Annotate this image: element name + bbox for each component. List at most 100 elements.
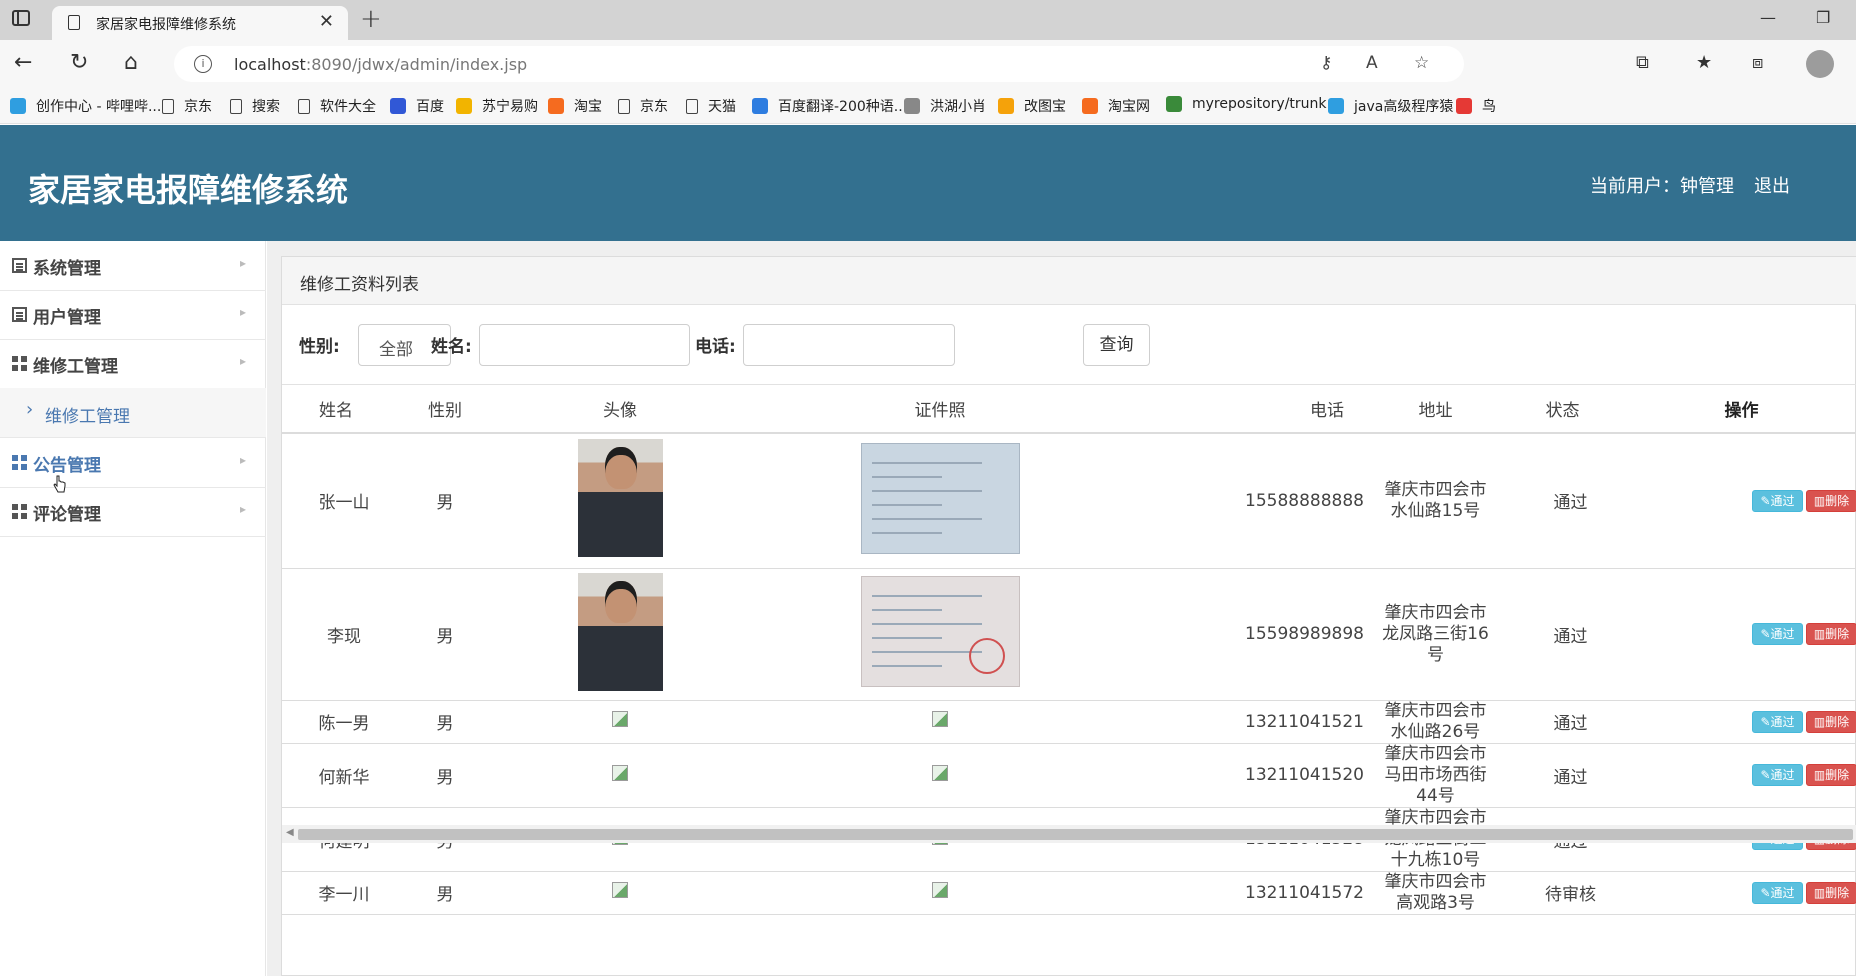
- cell-id-photo: [740, 568, 1140, 701]
- bookmark-label: 百度翻译-200种语...: [778, 99, 908, 115]
- scrollbar-thumb[interactable]: [298, 829, 1853, 840]
- column-header-id-photo: 证件照: [740, 385, 1140, 434]
- name-input[interactable]: [479, 324, 690, 366]
- bookmark-item[interactable]: 百度: [390, 96, 444, 116]
- approve-button[interactable]: ✎通过: [1752, 764, 1803, 786]
- bookmark-label: 软件大全: [320, 99, 376, 115]
- grid-icon: [12, 504, 27, 519]
- sidebar: 系统管理 ▸ 用户管理 ▸ 维修工管理 ▸ › 维修工管理 公告管理 ▸ 评论管…: [0, 241, 266, 976]
- cell-phone: 13211041520: [1140, 743, 1372, 808]
- bookmark-item[interactable]: 软件大全: [298, 96, 376, 116]
- url-field[interactable]: i localhost:8090/jdwx/admin/index.jsp ⚷ …: [174, 46, 1464, 82]
- bookmark-item[interactable]: 苏宁易购: [456, 96, 538, 116]
- page-icon: [230, 98, 242, 114]
- broken-image-icon: [612, 764, 628, 781]
- bookmark-item[interactable]: 百度翻译-200种语...: [752, 96, 907, 116]
- cell-name: 李一川: [282, 871, 390, 915]
- minimize-icon[interactable]: —: [1760, 8, 1776, 27]
- sidebar-item-notices[interactable]: 公告管理 ▸: [0, 438, 266, 488]
- phone-filter-label: 电话:: [695, 337, 736, 357]
- bookmark-favicon-icon: [752, 98, 768, 114]
- chevron-right-icon: ›: [26, 399, 34, 420]
- profile-avatar-icon[interactable]: [1806, 50, 1834, 78]
- bookmark-favicon-icon: [390, 98, 406, 114]
- delete-button[interactable]: ▥删除: [1806, 710, 1856, 733]
- bookmark-favicon-icon: [1456, 98, 1472, 114]
- cell-actions: ✎通过▥删除: [1626, 433, 1856, 569]
- cell-phone: 15598989898: [1140, 568, 1372, 701]
- chevron-right-icon: ▸: [239, 256, 246, 270]
- approve-button[interactable]: ✎通过: [1752, 489, 1803, 512]
- bookmark-item[interactable]: 搜索: [230, 96, 280, 116]
- delete-button[interactable]: ▥删除: [1806, 489, 1856, 512]
- current-user-label: 当前用户：钟管理: [1590, 176, 1734, 197]
- approve-button[interactable]: ✎通过: [1752, 881, 1803, 904]
- bookmark-item[interactable]: 改图宝: [998, 96, 1066, 116]
- bookmark-item[interactable]: java高级程序猿: [1328, 96, 1453, 116]
- browser-tab-active[interactable]: 家居家电报障维修系统 ✕: [52, 6, 348, 40]
- back-icon[interactable]: ←: [14, 50, 32, 75]
- bookmark-item[interactable]: 创作中心 - 哔哩哔...: [10, 96, 161, 116]
- delete-button[interactable]: ▥删除: [1806, 623, 1856, 645]
- page-icon: [618, 98, 630, 114]
- collections-icon[interactable]: ⧈: [1752, 52, 1763, 73]
- broken-image-icon: [612, 711, 628, 727]
- sidebar-subitem-repairers[interactable]: › 维修工管理: [0, 388, 266, 438]
- edit-icon: ✎: [1760, 714, 1771, 729]
- bookmark-item[interactable]: 淘宝: [548, 96, 602, 116]
- delete-button-label: 删除: [1825, 885, 1850, 900]
- bookmark-label: 京东: [184, 99, 212, 115]
- new-tab-icon[interactable]: +: [360, 4, 382, 34]
- query-button[interactable]: 查询: [1083, 324, 1150, 366]
- sidebar-item-comments[interactable]: 评论管理 ▸: [0, 487, 266, 537]
- bookmark-label: 苏宁易购: [482, 99, 538, 115]
- bookmark-label: 改图宝: [1024, 99, 1066, 115]
- sidebar-item-label: 系统管理: [33, 259, 101, 279]
- sidebar-item-users[interactable]: 用户管理 ▸: [0, 290, 266, 340]
- table-row: 李现男 15598989898 肇庆市四会市龙凤路三街16号 通过 ✎通过 ▥删除: [282, 568, 1856, 701]
- favorites-icon[interactable]: ★: [1696, 52, 1712, 73]
- read-aloud-icon[interactable]: A: [1366, 53, 1378, 73]
- cell-avatar: [500, 568, 740, 701]
- id-photo-line: [871, 531, 942, 534]
- bookmark-item[interactable]: 洪湖小肖: [904, 96, 986, 116]
- sidebar-item-repairers[interactable]: 维修工管理 ▸: [0, 339, 266, 389]
- horizontal-scrollbar[interactable]: ◀: [282, 825, 1856, 843]
- tab-actions-icon[interactable]: [12, 10, 30, 26]
- cell-gender: 男: [390, 743, 500, 808]
- column-header-avatar: 头像: [500, 385, 740, 434]
- approve-button[interactable]: ✎通过: [1752, 710, 1803, 733]
- edit-icon: ✎: [1760, 493, 1771, 508]
- approve-button[interactable]: ✎通过: [1752, 623, 1803, 645]
- bookmark-item[interactable]: 天猫: [686, 96, 736, 116]
- extensions-icon[interactable]: ⧉: [1636, 52, 1649, 73]
- bookmark-item[interactable]: 淘宝网: [1082, 96, 1150, 116]
- address-bar-row: ← ↻ ⌂ i localhost:8090/jdwx/admin/index.…: [0, 40, 1856, 88]
- site-info-icon[interactable]: i: [194, 55, 212, 73]
- restore-window-icon[interactable]: ❐: [1816, 8, 1830, 27]
- bookmark-item[interactable]: 京东: [162, 96, 212, 116]
- sidebar-item-label: 维修工管理: [33, 357, 118, 377]
- sidebar-item-system[interactable]: 系统管理 ▸: [0, 241, 266, 291]
- bookmark-favicon-icon: [998, 98, 1014, 114]
- phone-input[interactable]: [743, 324, 955, 366]
- delete-button[interactable]: ▥删除: [1806, 881, 1856, 904]
- close-tab-icon[interactable]: ✕: [319, 11, 334, 32]
- home-icon[interactable]: ⌂: [124, 50, 138, 75]
- refresh-icon[interactable]: ↻: [70, 50, 88, 75]
- key-icon[interactable]: ⚷: [1320, 53, 1332, 73]
- bookmark-label: 洪湖小肖: [930, 99, 986, 115]
- cell-actions: ✎通过▥删除: [1626, 871, 1856, 915]
- bookmark-label: 搜索: [252, 99, 280, 115]
- delete-button[interactable]: ▥删除: [1806, 764, 1856, 786]
- logout-link[interactable]: 退出: [1754, 172, 1790, 198]
- bookmark-label: 淘宝网: [1108, 99, 1150, 115]
- bookmark-item[interactable]: 鸟: [1456, 96, 1496, 116]
- bookmark-item[interactable]: myrepository/trunk...: [1166, 96, 1340, 112]
- scroll-left-icon[interactable]: ◀: [286, 827, 294, 838]
- avatar-photo: [577, 439, 663, 558]
- column-header-phone: 电话: [1140, 385, 1372, 434]
- add-favorite-icon[interactable]: ☆: [1414, 53, 1429, 73]
- browser-tab-strip: 家居家电报障维修系统 ✕ + — ❐: [0, 0, 1856, 40]
- bookmark-item[interactable]: 京东: [618, 96, 668, 116]
